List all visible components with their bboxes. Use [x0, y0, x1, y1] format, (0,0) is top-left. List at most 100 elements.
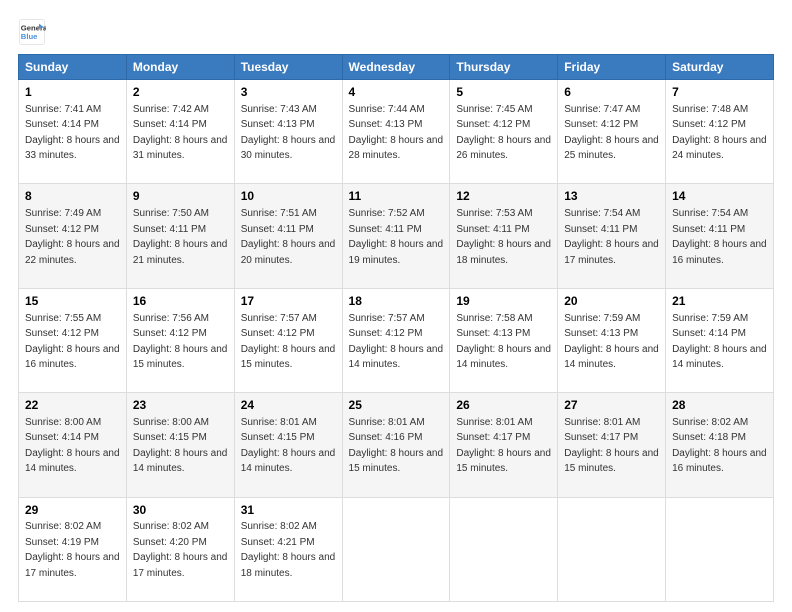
day-info: Sunrise: 7:49 AMSunset: 4:12 PMDaylight:… [25, 208, 120, 266]
table-row: 1Sunrise: 7:41 AMSunset: 4:14 PMDaylight… [19, 80, 127, 184]
table-row: 21 Sunrise: 7:59 AMSunset: 4:14 PMDayligh… [666, 288, 774, 392]
table-row: 14Sunrise: 7:54 AMSunset: 4:11 PMDayligh… [666, 184, 774, 288]
day-number: 6 [564, 84, 659, 101]
day-number: 21 [672, 293, 767, 310]
day-number: 5 [456, 84, 551, 101]
table-row: 20 Sunrise: 7:59 AMSunset: 4:13 PMDayligh… [558, 288, 666, 392]
table-row: 9 Sunrise: 7:50 AMSunset: 4:11 PMDaylight… [126, 184, 234, 288]
table-row: 17 Sunrise: 7:57 AMSunset: 4:12 PMDayligh… [234, 288, 342, 392]
day-number: 23 [133, 397, 228, 414]
day-info: Sunrise: 7:48 AMSunset: 4:12 PMDaylight:… [672, 104, 767, 162]
calendar-body: 1Sunrise: 7:41 AMSunset: 4:14 PMDaylight… [19, 80, 774, 602]
day-number: 9 [133, 188, 228, 205]
day-info: Sunrise: 8:02 AMSunset: 4:20 PMDaylight:… [133, 521, 228, 579]
day-number: 27 [564, 397, 659, 414]
table-row [666, 497, 774, 601]
table-row: 25 Sunrise: 8:01 AMSunset: 4:16 PMDayligh… [342, 393, 450, 497]
col-monday: Monday [126, 55, 234, 80]
day-info: Sunrise: 7:59 AMSunset: 4:13 PMDaylight:… [564, 313, 659, 371]
day-info: Sunrise: 7:44 AMSunset: 4:13 PMDaylight:… [349, 104, 444, 162]
day-number: 20 [564, 293, 659, 310]
day-number: 28 [672, 397, 767, 414]
day-info: Sunrise: 8:01 AMSunset: 4:17 PMDaylight:… [456, 417, 551, 475]
day-info: Sunrise: 7:57 AMSunset: 4:12 PMDaylight:… [349, 313, 444, 371]
table-row: 18Sunrise: 7:57 AMSunset: 4:12 PMDayligh… [342, 288, 450, 392]
table-row [342, 497, 450, 601]
day-info: Sunrise: 7:51 AMSunset: 4:11 PMDaylight:… [241, 208, 336, 266]
header: General Blue [18, 18, 774, 46]
table-row: 22 Sunrise: 8:00 AMSunset: 4:14 PMDayligh… [19, 393, 127, 497]
day-info: Sunrise: 7:53 AMSunset: 4:11 PMDaylight:… [456, 208, 551, 266]
day-number: 10 [241, 188, 336, 205]
table-row: 6Sunrise: 7:47 AMSunset: 4:12 PMDaylight… [558, 80, 666, 184]
day-info: Sunrise: 7:52 AMSunset: 4:11 PMDaylight:… [349, 208, 444, 266]
table-row: 11 Sunrise: 7:52 AMSunset: 4:11 PMDayligh… [342, 184, 450, 288]
col-tuesday: Tuesday [234, 55, 342, 80]
day-info: Sunrise: 7:57 AMSunset: 4:12 PMDaylight:… [241, 313, 336, 371]
table-row: 7 Sunrise: 7:48 AMSunset: 4:12 PMDaylight… [666, 80, 774, 184]
day-info: Sunrise: 7:43 AMSunset: 4:13 PMDaylight:… [241, 104, 336, 162]
day-number: 4 [349, 84, 444, 101]
day-number: 13 [564, 188, 659, 205]
table-row: 31Sunrise: 8:02 AMSunset: 4:21 PMDayligh… [234, 497, 342, 601]
day-number: 19 [456, 293, 551, 310]
day-number: 12 [456, 188, 551, 205]
day-number: 7 [672, 84, 767, 101]
col-thursday: Thursday [450, 55, 558, 80]
day-info: Sunrise: 8:00 AMSunset: 4:15 PMDaylight:… [133, 417, 228, 475]
day-info: Sunrise: 7:56 AMSunset: 4:12 PMDaylight:… [133, 313, 228, 371]
day-info: Sunrise: 7:55 AMSunset: 4:12 PMDaylight:… [25, 313, 120, 371]
table-row: 4 Sunrise: 7:44 AMSunset: 4:13 PMDaylight… [342, 80, 450, 184]
calendar-row: 15 Sunrise: 7:55 AMSunset: 4:12 PMDayligh… [19, 288, 774, 392]
day-number: 24 [241, 397, 336, 414]
col-friday: Friday [558, 55, 666, 80]
day-info: Sunrise: 8:00 AMSunset: 4:14 PMDaylight:… [25, 417, 120, 475]
table-row: 19Sunrise: 7:58 AMSunset: 4:13 PMDayligh… [450, 288, 558, 392]
svg-text:General: General [21, 24, 46, 33]
table-row: 5 Sunrise: 7:45 AMSunset: 4:12 PMDaylight… [450, 80, 558, 184]
day-number: 31 [241, 502, 336, 519]
day-info: Sunrise: 7:42 AMSunset: 4:14 PMDaylight:… [133, 104, 228, 162]
table-row: 16Sunrise: 7:56 AMSunset: 4:12 PMDayligh… [126, 288, 234, 392]
day-number: 25 [349, 397, 444, 414]
day-info: Sunrise: 7:45 AMSunset: 4:12 PMDaylight:… [456, 104, 551, 162]
day-info: Sunrise: 8:01 AMSunset: 4:15 PMDaylight:… [241, 417, 336, 475]
table-row: 23 Sunrise: 8:00 AMSunset: 4:15 PMDayligh… [126, 393, 234, 497]
logo-icon: General Blue [18, 18, 46, 46]
day-number: 2 [133, 84, 228, 101]
col-saturday: Saturday [666, 55, 774, 80]
day-number: 30 [133, 502, 228, 519]
table-row: 8 Sunrise: 7:49 AMSunset: 4:12 PMDaylight… [19, 184, 127, 288]
col-sunday: Sunday [19, 55, 127, 80]
day-info: Sunrise: 8:01 AMSunset: 4:17 PMDaylight:… [564, 417, 659, 475]
day-info: Sunrise: 7:41 AMSunset: 4:14 PMDaylight:… [25, 104, 120, 162]
table-row: 27 Sunrise: 8:01 AMSunset: 4:17 PMDayligh… [558, 393, 666, 497]
day-number: 17 [241, 293, 336, 310]
day-number: 26 [456, 397, 551, 414]
day-number: 8 [25, 188, 120, 205]
day-number: 22 [25, 397, 120, 414]
table-row: 15 Sunrise: 7:55 AMSunset: 4:12 PMDayligh… [19, 288, 127, 392]
table-row: 2 Sunrise: 7:42 AMSunset: 4:14 PMDaylight… [126, 80, 234, 184]
day-info: Sunrise: 8:01 AMSunset: 4:16 PMDaylight:… [349, 417, 444, 475]
day-number: 15 [25, 293, 120, 310]
table-row [450, 497, 558, 601]
day-number: 29 [25, 502, 120, 519]
calendar-row: 29Sunrise: 8:02 AMSunset: 4:19 PMDayligh… [19, 497, 774, 601]
day-number: 14 [672, 188, 767, 205]
table-row: 13Sunrise: 7:54 AMSunset: 4:11 PMDayligh… [558, 184, 666, 288]
table-row: 24 Sunrise: 8:01 AMSunset: 4:15 PMDayligh… [234, 393, 342, 497]
table-row: 12 Sunrise: 7:53 AMSunset: 4:11 PMDayligh… [450, 184, 558, 288]
calendar-row: 8 Sunrise: 7:49 AMSunset: 4:12 PMDaylight… [19, 184, 774, 288]
day-info: Sunrise: 7:59 AMSunset: 4:14 PMDaylight:… [672, 313, 767, 371]
day-number: 11 [349, 188, 444, 205]
day-number: 3 [241, 84, 336, 101]
table-row: 3 Sunrise: 7:43 AMSunset: 4:13 PMDaylight… [234, 80, 342, 184]
header-row: Sunday Monday Tuesday Wednesday Thursday… [19, 55, 774, 80]
calendar-row: 22 Sunrise: 8:00 AMSunset: 4:14 PMDayligh… [19, 393, 774, 497]
table-row: 26 Sunrise: 8:01 AMSunset: 4:17 PMDayligh… [450, 393, 558, 497]
table-row: 30 Sunrise: 8:02 AMSunset: 4:20 PMDayligh… [126, 497, 234, 601]
day-info: Sunrise: 7:50 AMSunset: 4:11 PMDaylight:… [133, 208, 228, 266]
calendar-header: Sunday Monday Tuesday Wednesday Thursday… [19, 55, 774, 80]
col-wednesday: Wednesday [342, 55, 450, 80]
